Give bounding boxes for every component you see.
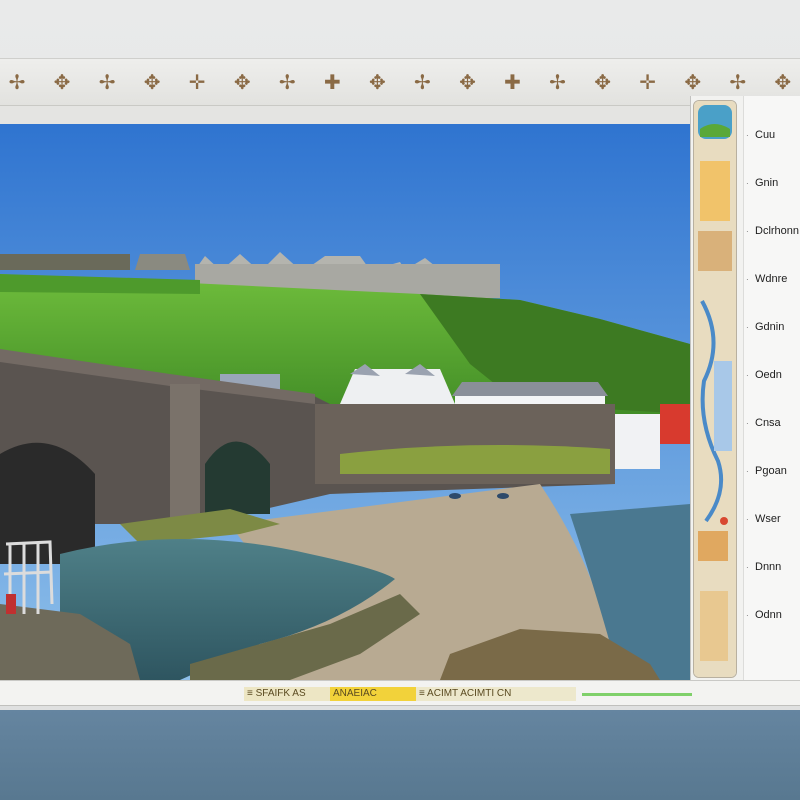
add-tool-icon[interactable]: ✚: [502, 68, 524, 96]
canvas-frame: [0, 106, 800, 124]
panel-menu-item-label: Gdnin: [755, 321, 785, 333]
split-tool-icon[interactable]: ✥: [682, 68, 704, 96]
panel-menu-item-label: Oedn: [755, 369, 782, 381]
bullet-icon: ·: [746, 514, 749, 524]
pan-tool-icon[interactable]: ✢: [727, 68, 749, 96]
panel-menu-item[interactable]: · Cuu: [744, 124, 800, 146]
bullet-icon: ·: [746, 130, 749, 140]
bullet-icon: ·: [746, 274, 749, 284]
status-bar: ≡ SFAIFK AS ANAEIAC ≡ ACIMT ACIMTI CN: [0, 680, 800, 706]
star-tool-icon[interactable]: ✢: [276, 68, 298, 96]
move-tool-icon[interactable]: ✢: [6, 68, 28, 96]
panel-menu-item-label: Dclrhonn: [755, 225, 800, 237]
anchor-tool-icon[interactable]: ✥: [231, 68, 253, 96]
panel-menu-item-label: Cuu: [755, 129, 776, 141]
point-tool-icon[interactable]: ✥: [456, 68, 478, 96]
panel-menu-item-label: Odnn: [755, 609, 782, 621]
crosshair-tool-icon[interactable]: ✛: [186, 68, 208, 96]
panel-menu-item[interactable]: · Gnin: [744, 172, 800, 194]
status-progress-indicator: [582, 693, 692, 696]
map-preview: [694, 101, 736, 677]
map-thumbnail[interactable]: [693, 100, 737, 678]
panel-menu-item[interactable]: · Pgoan: [744, 460, 800, 482]
bullet-icon: ·: [746, 562, 749, 572]
photo-canvas[interactable]: [0, 124, 691, 680]
panel-menu-item-label: Dnnn: [755, 561, 782, 573]
plus-tool-icon[interactable]: ✚: [321, 68, 343, 96]
transform-tool-icon[interactable]: ✥: [141, 68, 163, 96]
desktop-area: [0, 710, 800, 800]
panel-menu-item[interactable]: · Gdnin: [744, 316, 800, 338]
guide-tool-icon[interactable]: ✥: [366, 68, 388, 96]
cross-tool-icon[interactable]: ✢: [547, 68, 569, 96]
bullet-icon: ·: [746, 178, 749, 188]
bullet-icon: ·: [746, 466, 749, 476]
panel-menu: · Cuu · Gnin · Dclrhonn · Wdnre · Gdnin · Oedn · Cnsa…: [743, 96, 800, 680]
panel-menu-item[interactable]: · Dnnn: [744, 556, 800, 578]
status-segment-3: ≡ ACIMT ACIMTI CN: [416, 687, 576, 701]
bullet-icon: ·: [746, 418, 749, 428]
panel-menu-item[interactable]: · Wdnre: [744, 268, 800, 290]
panel-menu-item-label: Wser: [755, 513, 781, 525]
bullet-icon: ·: [746, 610, 749, 620]
panel-menu-item[interactable]: · Odnn: [744, 604, 800, 626]
panel-menu-item[interactable]: · Wser: [744, 508, 800, 530]
status-segment-1: ≡ SFAIFK AS: [244, 687, 330, 701]
status-segment-2: ANAEIAC: [330, 687, 416, 701]
select-tool-icon[interactable]: ✢: [411, 68, 433, 96]
pin-tool-icon[interactable]: ✥: [51, 68, 73, 96]
bullet-icon: ·: [746, 370, 749, 380]
harbour-photo: [0, 124, 690, 680]
toolbar: ✢ ✥ ✢ ✥ ✛ ✥ ✢ ✚ ✥ ✢ ✥ ✚ ✢ ✥ ✛ ✥ ✢ ✥: [0, 58, 800, 106]
panel-menu-item[interactable]: · Dclrhonn: [744, 220, 800, 242]
panel-menu-item-label: Gnin: [755, 177, 779, 189]
center-tool-icon[interactable]: ✛: [637, 68, 659, 96]
marker-tool-icon[interactable]: ✢: [96, 68, 118, 96]
panel-menu-item-label: Pgoan: [755, 465, 787, 477]
bullet-icon: ·: [746, 322, 749, 332]
panel-menu-item-label: Cnsa: [755, 417, 781, 429]
panel-menu-item[interactable]: · Oedn: [744, 364, 800, 386]
panel-menu-item-label: Wdnre: [755, 273, 788, 285]
panel-menu-item[interactable]: · Cnsa: [744, 412, 800, 434]
edge-tool-icon[interactable]: ✥: [772, 68, 794, 96]
side-panel: · Cuu · Gnin · Dclrhonn · Wdnre · Gdnin · Oedn · Cnsa…: [690, 96, 800, 680]
bullet-icon: ·: [746, 226, 749, 236]
grid-tool-icon[interactable]: ✥: [592, 68, 614, 96]
